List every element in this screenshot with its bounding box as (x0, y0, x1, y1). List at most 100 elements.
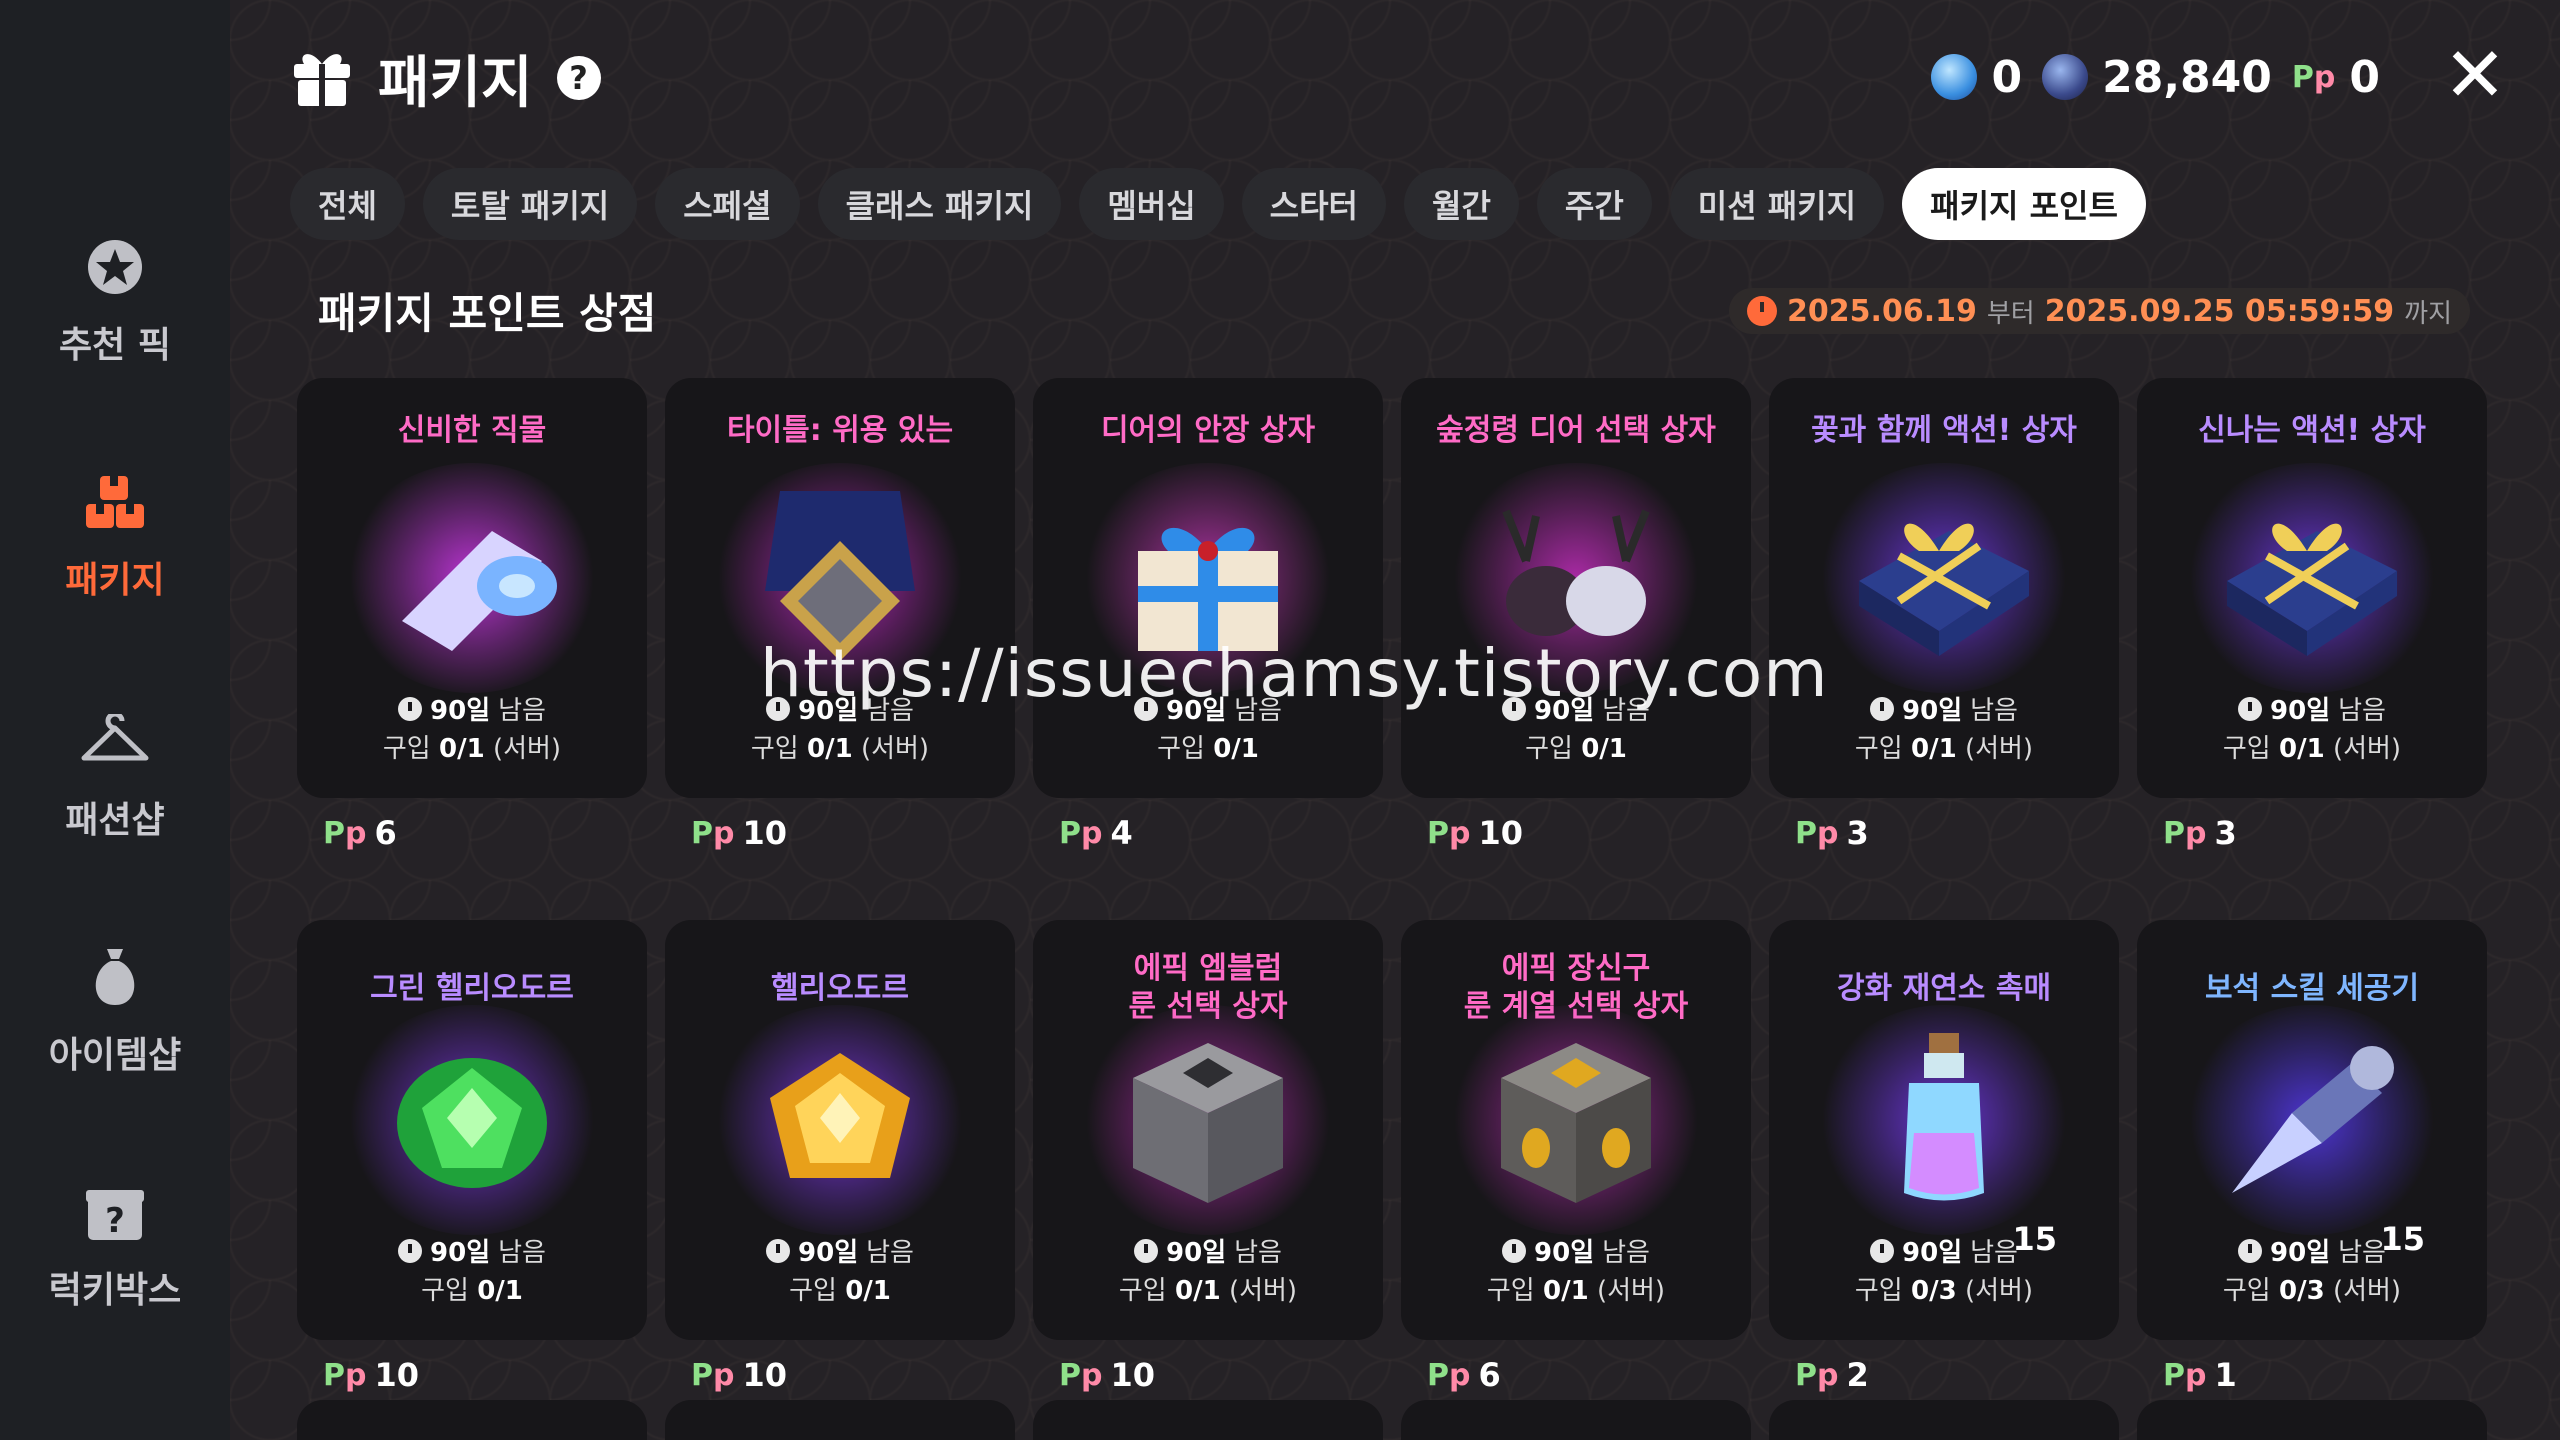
tab-total-package[interactable]: 토탈 패키지 (422, 168, 638, 240)
clock-icon (398, 1238, 423, 1263)
purchase-limit: 구입 0/1 (서버) (1033, 1270, 1383, 1307)
tab-special[interactable]: 스페셜 (655, 168, 800, 240)
tab-monthly[interactable]: 월간 (1404, 168, 1519, 240)
gift-icon (290, 44, 354, 112)
lucky-box-icon: ? (80, 1177, 150, 1247)
purchase-limit: 구입 0/3 (서버) (1769, 1270, 2119, 1307)
package-boxes-icon (80, 467, 150, 537)
currency-package-point: Pp 0 (2292, 52, 2380, 103)
clock-icon (1502, 1238, 1527, 1263)
remaining-days: 90일 (798, 1238, 859, 1268)
package-point-icon: Pp (1427, 1357, 1471, 1393)
product-price: Pp 3 (1769, 808, 2119, 858)
item-quantity: 15 (2380, 1220, 2425, 1258)
currency-value: 28,840 (2102, 51, 2272, 103)
purchase-scope: (서버) (1596, 1276, 1666, 1306)
product-name: 숲정령 디어 선택 상자 (1436, 413, 1716, 448)
product-item: 신나는 액션! 상자 90일 남음 구입 0/1 (서버) Pp 3 (2137, 378, 2487, 858)
star-badge-icon (80, 232, 150, 302)
product-item: 숲정령 디어 선택 상자 90일 남음 구입 0/1 Pp 10 (1401, 378, 1751, 858)
product-name: 타이틀: 위용 있는 (726, 413, 954, 448)
product-card[interactable]: 에픽 장신구 룬 계열 선택 상자90일남음구입 0/1 (서버) (1401, 920, 1751, 1340)
sidebar-item-label: 추천 픽 (59, 325, 171, 366)
remaining-suffix: 남음 (1602, 1238, 1650, 1268)
purchase-scope: (서버) (2332, 1276, 2402, 1306)
sidebar-item-package[interactable]: 패키지 (0, 445, 230, 625)
purchase-label: 구입 (789, 1276, 837, 1306)
help-icon[interactable]: ? (556, 56, 601, 100)
product-card[interactable]: 타이틀: 위용 있는 90일 남음 구입 0/1 (서버) (665, 378, 1015, 798)
product-card[interactable]: 헬리오도르 90일 남음 구입 0/1 (665, 920, 1015, 1340)
tab-starter[interactable]: 스타터 (1241, 168, 1386, 240)
product-card[interactable]: 보석 스킬 세공기 90일 남음 15 구입 0/3 (서버) (2137, 920, 2487, 1340)
currency-value: 0 (2349, 51, 2380, 103)
navy-gift-icon (1814, 463, 2074, 693)
product-card[interactable]: 꽃과 함께 액션! 상자 90일 남음 구입 0/1 (서버) (1769, 378, 2119, 798)
sidebar-item-fashion[interactable]: 패션샵 (0, 685, 230, 865)
remaining-days: 90일 (430, 696, 491, 726)
clock-icon (1747, 296, 1778, 326)
product-card[interactable]: 그린 헬리오도르 90일 남음 구입 0/1 (297, 920, 647, 1340)
sidebar-item-itemshop[interactable]: 아이템샵 (0, 920, 230, 1100)
tab-class-package[interactable]: 클래스 패키지 (817, 168, 1062, 240)
sidebar-item-label: 패키지 (65, 560, 165, 601)
product-item: 그린 헬리오도르 90일 남음 구입 0/1 Pp 10 (297, 920, 647, 1400)
tab-package-point[interactable]: 패키지 포인트 (1902, 168, 2146, 240)
product-name: 강화 재연소 촉매 (1836, 971, 2052, 1006)
purchase-count: 0/1 (807, 734, 853, 764)
clock-icon (1134, 1238, 1159, 1263)
section-title: 패키지 포인트 상점 (318, 289, 657, 338)
purchase-label: 구입 (1854, 734, 1903, 764)
product-name: 신비한 직물 (397, 413, 547, 448)
purchase-label: 구입 (382, 734, 431, 764)
purchase-label: 구입 (1118, 1276, 1167, 1306)
remaining-days: 90일 (1902, 1238, 1963, 1268)
tab-weekly[interactable]: 주간 (1536, 168, 1652, 240)
period-end: 2025.09.25 05:59:59 (2044, 293, 2395, 329)
product-price: Pp 4 (1033, 808, 1383, 858)
currency-value: 0 (1991, 51, 2023, 103)
package-point-icon: Pp (1059, 815, 1103, 851)
purchase-limit: 구입 0/1 (665, 1270, 1015, 1307)
purchase-count: 0/1 (439, 734, 485, 764)
package-point-icon: Pp (1795, 815, 1839, 851)
product-card[interactable]: 신나는 액션! 상자 90일 남음 구입 0/1 (서버) (2137, 378, 2487, 798)
product-name: 헬리오도르 (771, 971, 909, 1006)
remaining-days: 90일 (2270, 1238, 2331, 1268)
price-value: 10 (742, 814, 788, 852)
close-icon[interactable]: ✕ (2440, 37, 2510, 113)
remaining-suffix: 남음 (2338, 1238, 2386, 1268)
product-card[interactable]: 디어의 안장 상자 90일 남음 구입 0/1 (1033, 378, 1383, 798)
tab-all[interactable]: 전체 (290, 168, 405, 240)
product-card[interactable]: 숲정령 디어 선택 상자 90일 남음 구입 0/1 (1401, 378, 1751, 798)
sidebar-item-label: 럭키박스 (48, 1270, 182, 1311)
price-value: 10 (1110, 1356, 1156, 1394)
sidebar-item-recommended[interactable]: 추천 픽 (0, 210, 230, 390)
clock-icon (398, 696, 423, 721)
scroll-icon (342, 463, 602, 693)
remaining-days: 90일 (2270, 696, 2331, 726)
purchase-count: 0/1 (1213, 734, 1259, 764)
gold-chest-icon (1446, 1005, 1706, 1235)
product-card[interactable]: 강화 재연소 촉매 90일 남음 15 구입 0/3 (서버) (1769, 920, 2119, 1340)
purchase-scope: (서버) (492, 734, 562, 764)
purchase-limit: 구입 0/1 (서버) (297, 728, 647, 765)
product-price: Pp 10 (297, 1350, 647, 1400)
tab-membership[interactable]: 멤버십 (1079, 168, 1224, 240)
purchase-limit: 구입 0/1 (서버) (665, 728, 1015, 765)
period-until: 까지 (2404, 298, 2452, 329)
remaining-suffix: 남음 (1970, 1238, 2018, 1268)
product-item: 에픽 엠블럼 룬 선택 상자90일남음구입 0/1 (서버)Pp10 (1033, 920, 1383, 1400)
tab-mission-package[interactable]: 미션 패키지 (1669, 168, 1885, 240)
product-item: 신비한 직물 90일 남음 구입 0/1 (서버) Pp 6 (297, 378, 647, 858)
package-point-icon: Pp (323, 1357, 367, 1393)
price-value: 10 (1478, 814, 1524, 852)
product-card[interactable]: 신비한 직물 90일 남음 구입 0/1 (서버) (297, 378, 647, 798)
currency-coin: 28,840 (2042, 52, 2272, 103)
sidebar-item-luckybox[interactable]: ? 럭키박스 (0, 1155, 230, 1335)
money-bag-icon (80, 942, 150, 1012)
package-point-icon: Pp (1795, 1357, 1839, 1393)
purchase-count: 0/1 (2279, 734, 2325, 764)
clock-icon (1870, 1238, 1895, 1263)
product-card[interactable]: 에픽 엠블럼 룬 선택 상자90일남음구입 0/1 (서버) (1033, 920, 1383, 1340)
